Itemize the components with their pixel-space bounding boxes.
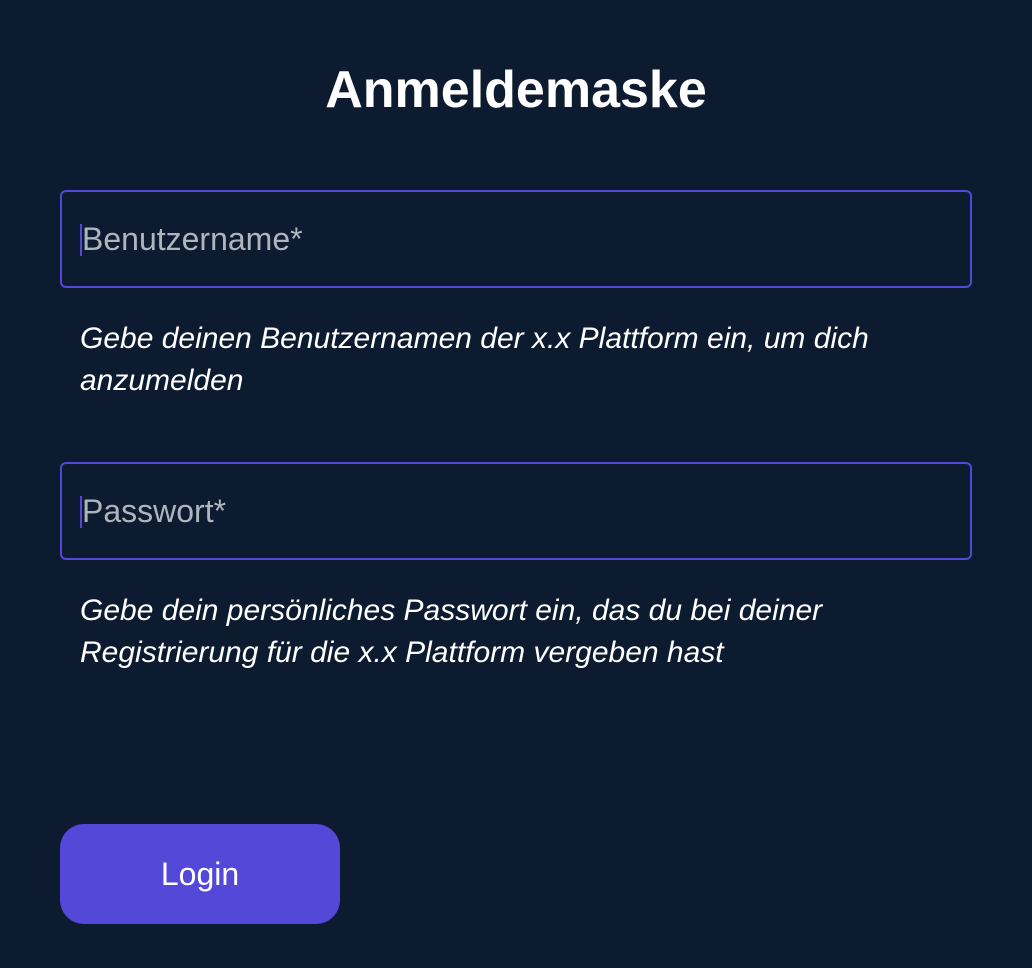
page-title: Anmeldemaske xyxy=(60,60,972,120)
username-input-wrapper xyxy=(60,190,972,288)
password-help-text: Gebe dein persönliches Passwort ein, das… xyxy=(60,590,972,674)
password-input[interactable] xyxy=(60,462,972,560)
username-group: Gebe deinen Benutzernamen der x.x Plattf… xyxy=(60,190,972,402)
username-help-text: Gebe deinen Benutzernamen der x.x Plattf… xyxy=(60,318,972,402)
password-input-wrapper xyxy=(60,462,972,560)
login-button[interactable]: Login xyxy=(60,824,340,924)
username-input[interactable] xyxy=(60,190,972,288)
login-form-container: Anmeldemaske Gebe deinen Benutzernamen d… xyxy=(60,60,972,924)
password-group: Gebe dein persönliches Passwort ein, das… xyxy=(60,462,972,674)
